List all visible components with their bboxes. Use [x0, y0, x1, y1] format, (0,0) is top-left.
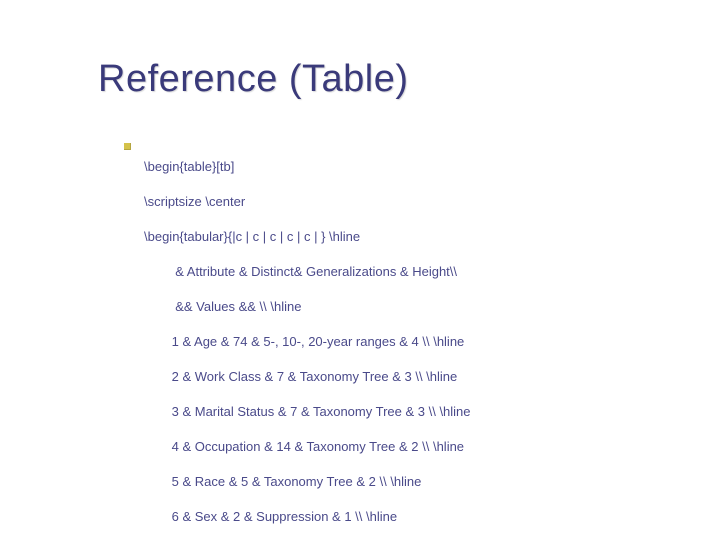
code-line: & Attribute & Distinct& Generalizations … [144, 263, 660, 281]
code-line: 6 & Sex & 2 & Suppression & 1 \\ \hline [144, 508, 660, 526]
code-line: \begin{tabular}{|c | c | c | c | c | } \… [144, 228, 660, 246]
code-line: && Values && \\ \hline [144, 298, 660, 316]
code-line: 4 & Occupation & 14 & Taxonomy Tree & 2 … [144, 438, 660, 456]
code-line: 2 & Work Class & 7 & Taxonomy Tree & 3 \… [144, 368, 660, 386]
code-line: 1 & Age & 74 & 5-, 10-, 20-year ranges &… [144, 333, 660, 351]
code-line: 5 & Race & 5 & Taxonomy Tree & 2 \\ \hli… [144, 473, 660, 491]
code-line: \scriptsize \center [144, 193, 660, 211]
code-line: \begin{table}[tb] [144, 158, 660, 176]
slide: Reference (Table) \begin{table}[tb] \scr… [0, 0, 720, 540]
code-line: 3 & Marital Status & 7 & Taxonomy Tree &… [144, 403, 660, 421]
page-title: Reference (Table) [98, 58, 409, 101]
latex-code-block: \begin{table}[tb] \scriptsize \center \b… [144, 140, 660, 540]
bullet-icon [124, 143, 131, 150]
